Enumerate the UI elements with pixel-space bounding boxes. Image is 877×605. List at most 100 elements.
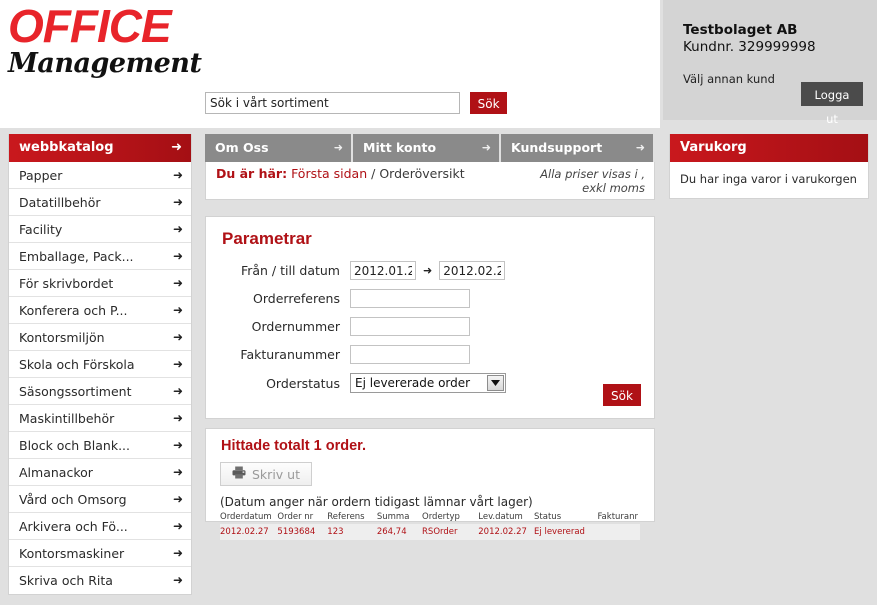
customer-number: Kundnr. 329999998	[683, 39, 816, 55]
sidebar-item-10[interactable]: Block och Blank... ➜	[9, 432, 191, 459]
sidebar-item-8[interactable]: Säsongssortiment ➜	[9, 378, 191, 405]
cell-orderdatum: 2012.02.27	[220, 527, 269, 537]
sidebar-item-5[interactable]: Konferera och P... ➜	[9, 297, 191, 324]
sidebar-item-label: Datatillbehör	[19, 195, 101, 210]
arrow-right-icon: ➜	[172, 276, 183, 290]
arrow-right-icon: ➜	[172, 330, 183, 344]
page-root: OFFICE Management Sök Testbolaget AB Kun…	[0, 0, 877, 605]
arrow-right-icon: ➜	[172, 438, 183, 452]
orderreferens-input[interactable]	[350, 289, 470, 308]
orderstatus-select[interactable]: Ej levererade order	[350, 373, 506, 393]
shopping-cart-box: Varukorg Du har inga varor i varukorgen	[669, 134, 869, 199]
sidebar-item-4[interactable]: För skrivbordet ➜	[9, 270, 191, 297]
sidebar-item-6[interactable]: Kontorsmiljön ➜	[9, 324, 191, 351]
fakturanummer-input[interactable]	[350, 345, 470, 364]
sidebar-item-label: Skola och Förskola	[19, 357, 135, 372]
sidebar-item-9[interactable]: Maskintillbehör ➜	[9, 405, 191, 432]
sidebar-item-label: Konferera och P...	[19, 303, 128, 318]
column-header-levdatum: Lev.datum	[478, 512, 523, 522]
arrow-right-icon: ➜	[172, 222, 183, 236]
sidebar-item-13[interactable]: Arkivera och Fö... ➜	[9, 513, 191, 540]
sidebar-item-7[interactable]: Skola och Förskola ➜	[9, 351, 191, 378]
column-header-referens: Referens	[327, 512, 365, 522]
sidebar-item-label: Almanackor	[19, 465, 93, 480]
arrow-right-icon: ➜	[172, 384, 183, 398]
logo-office-text: OFFICE	[8, 0, 172, 52]
site-logo[interactable]: OFFICE Management	[8, 0, 202, 79]
column-header-summa: Summa	[376, 512, 410, 522]
sidebar-header[interactable]: webbkatalog ➜	[9, 134, 191, 162]
date-from-input[interactable]	[350, 261, 416, 280]
column-header-ordertyp: Ordertyp	[422, 512, 460, 522]
price-disclaimer: Alla priser visas i , exkl moms	[495, 167, 645, 195]
cell-levdatum: 2012.02.27	[478, 527, 527, 537]
search-input[interactable]	[205, 92, 460, 114]
logout-button[interactable]: Logga ut	[801, 82, 863, 126]
print-button-label: Skriv ut	[252, 466, 300, 482]
column-header-ordernr: Order nr	[277, 512, 314, 522]
cell-summa: 264,74	[376, 527, 407, 537]
main-navigation: Om Oss ➜ Mitt konto ➜ Kundsupport ➜	[205, 134, 655, 162]
site-search: Sök	[205, 92, 508, 114]
sidebar-item-label: Skriva och Rita	[19, 573, 113, 588]
nav-tab-kundsupport[interactable]: Kundsupport ➜	[501, 134, 653, 162]
price-disclaimer-line2: exkl moms	[582, 181, 645, 195]
breadcrumb-home-link[interactable]: Första sidan	[291, 166, 367, 181]
arrow-right-icon: ➜	[172, 249, 183, 263]
breadcrumb: Du är här: Första sidan / Orderöversikt …	[205, 162, 655, 200]
print-button[interactable]: Skriv ut	[220, 462, 312, 486]
chevron-down-icon[interactable]	[487, 375, 504, 391]
results-panel: Hittade totalt 1 order. Skriv ut (Datum …	[205, 428, 655, 540]
date-to-input[interactable]	[439, 261, 506, 280]
parameters-panel: Parametrar Från / till datum ➜ Orderrefe…	[205, 216, 655, 419]
sidebar-item-15[interactable]: Skriva och Rita ➜	[9, 567, 191, 594]
arrow-right-icon: ➜	[172, 573, 183, 587]
arrow-right-icon: ➜	[172, 303, 183, 317]
arrow-right-icon: ➜	[172, 519, 183, 533]
fakturanummer-label: Fakturanummer	[240, 347, 340, 362]
results-count-title: Hittade totalt 1 order.	[221, 438, 367, 454]
cart-empty-message: Du har inga varor i varukorgen	[680, 172, 857, 186]
sidebar-item-12[interactable]: Vård och Omsorg ➜	[9, 486, 191, 513]
logo-management-text: Management	[8, 48, 202, 79]
orderstatus-label: Orderstatus	[266, 375, 340, 391]
arrow-right-icon: ➜	[172, 492, 183, 506]
sidebar-item-label: För skrivbordet	[19, 276, 114, 291]
site-header: OFFICE Management Sök	[0, 0, 660, 128]
ordernummer-input[interactable]	[350, 317, 470, 336]
sidebar-item-0[interactable]: Papper ➜	[9, 162, 191, 189]
orderreferens-row: Orderreferens	[220, 289, 640, 308]
sidebar-item-label: Papper	[19, 168, 63, 183]
cell-referens: 123	[327, 527, 344, 537]
sidebar-item-11[interactable]: Almanackor ➜	[9, 459, 191, 486]
column-header-orderdatum: Orderdatum	[220, 512, 272, 522]
sidebar-item-14[interactable]: Kontorsmaskiner ➜	[9, 540, 191, 567]
table-row[interactable]: 2012.02.27 5193684 123 264,74 RSOrder 2012.02…	[220, 524, 640, 540]
parameters-search-button[interactable]: Sök	[603, 384, 641, 406]
nav-tab-om-oss[interactable]: Om Oss ➜	[205, 134, 351, 162]
sidebar-header-label: webbkatalog	[19, 140, 114, 155]
nav-tab-mitt-konto[interactable]: Mitt konto ➜	[353, 134, 499, 162]
sidebar-item-1[interactable]: Datatillbehör ➜	[9, 189, 191, 216]
sidebar-item-2[interactable]: Facility ➜	[9, 216, 191, 243]
cell-fakturanr	[597, 524, 640, 540]
orders-table: Orderdatum Order nr Referens Summa Order…	[220, 511, 640, 540]
cell-ordertyp: RSOrder	[422, 527, 458, 537]
ordernummer-label: Ordernummer	[251, 319, 340, 334]
orderreferens-label: Orderreferens	[253, 291, 340, 306]
cell-ordernr: 5193684	[277, 527, 316, 537]
arrow-right-icon: ➜	[481, 141, 491, 154]
nav-tab-label: Mitt konto	[363, 140, 437, 155]
arrow-right-icon: ➜	[172, 168, 183, 182]
arrow-right-icon: ➜	[423, 264, 433, 277]
sidebar-item-3[interactable]: Emballage, Pack... ➜	[9, 243, 191, 270]
search-submit-button[interactable]: Sök	[470, 92, 508, 114]
arrow-right-icon: ➜	[172, 357, 183, 371]
parameters-title: Parametrar	[222, 229, 312, 248]
column-header-fakturanr: Fakturanr	[597, 512, 638, 522]
sidebar-item-label: Emballage, Pack...	[19, 249, 134, 264]
breadcrumb-prefix: Du är här:	[216, 166, 288, 181]
cell-status: Ej levererad	[534, 527, 585, 537]
sidebar-item-label: Facility	[19, 222, 63, 237]
arrow-right-icon: ➜	[333, 141, 343, 154]
